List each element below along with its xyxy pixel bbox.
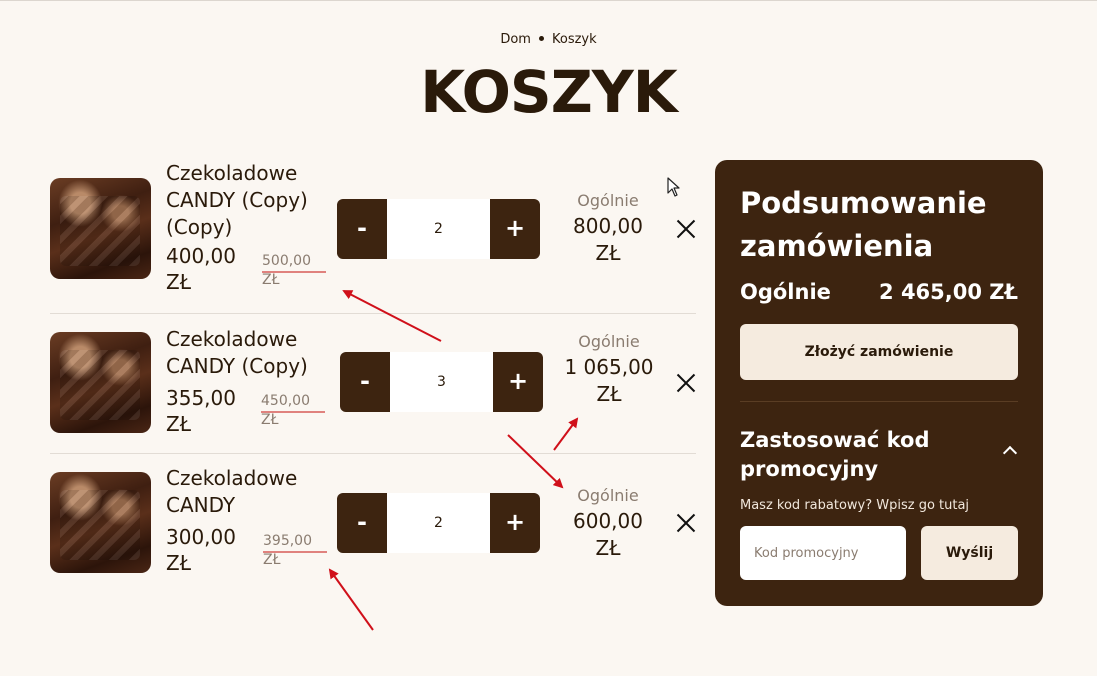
mouse-pointer-icon: [667, 177, 680, 197]
increase-button[interactable]: +: [490, 199, 540, 259]
quantity-stepper: - 3 +: [340, 352, 543, 412]
decrease-button[interactable]: -: [340, 352, 390, 412]
increase-button[interactable]: +: [493, 352, 543, 412]
quantity-input[interactable]: 2: [387, 199, 490, 259]
cart-item: Czekoladowe CANDY (Copy) 355,00 ZŁ 450,0…: [50, 313, 696, 452]
place-order-button[interactable]: Złożyć zamówienie: [740, 324, 1018, 380]
summary-divider: [740, 401, 1018, 402]
breadcrumb-separator-icon: [538, 36, 544, 41]
quantity-stepper: - 2 +: [337, 493, 540, 553]
product-name[interactable]: Czekoladowe CANDY (Copy) (Copy): [166, 160, 326, 241]
breadcrumb: Dom Koszyk: [0, 32, 1097, 47]
summary-total-value: 2 465,00 ZŁ: [879, 280, 1018, 304]
product-image[interactable]: [50, 472, 151, 573]
product-name[interactable]: Czekoladowe CANDY (Copy): [166, 326, 326, 380]
decrease-button[interactable]: -: [337, 199, 387, 259]
cart-item: Czekoladowe CANDY 300,00 ZŁ 395,00 ZŁ - …: [50, 453, 696, 588]
product-image[interactable]: [50, 332, 151, 433]
summary-title: Podsumowanie zamówienia: [740, 186, 987, 263]
product-price: 355,00 ZŁ: [166, 386, 236, 436]
chevron-up-icon[interactable]: [1002, 445, 1018, 461]
close-icon[interactable]: [674, 371, 698, 395]
quantity-input[interactable]: 3: [390, 352, 493, 412]
order-summary-panel: Podsumowanie zamówienia Ogólnie 2 465,00…: [715, 160, 1043, 606]
product-price: 400,00 ZŁ: [166, 244, 236, 294]
page-title: KOSZYK: [420, 58, 677, 126]
decrease-button[interactable]: -: [337, 493, 387, 553]
quantity-input[interactable]: 2: [387, 493, 490, 553]
promo-hint: Masz kod rabatowy? Wpisz go tutaj: [740, 498, 970, 513]
close-icon[interactable]: [674, 511, 698, 535]
apply-promo-button[interactable]: Wyślij: [921, 526, 1018, 580]
quantity-stepper: - 2 +: [337, 199, 540, 259]
cart-item: Czekoladowe CANDY (Copy) (Copy) 400,00 Z…: [50, 160, 696, 312]
product-image[interactable]: [50, 178, 151, 279]
summary-total-label: Ogólnie: [740, 280, 831, 304]
breadcrumb-current: Koszyk: [551, 32, 597, 47]
increase-button[interactable]: +: [490, 493, 540, 553]
line-total-value: 1 065,00 ZŁ: [564, 355, 654, 406]
promo-code-input[interactable]: [740, 526, 906, 580]
product-price: 300,00 ZŁ: [166, 525, 236, 575]
line-total-label: Ogólnie: [578, 332, 640, 351]
product-old-price: 500,00 ZŁ: [262, 252, 328, 290]
promo-section-toggle[interactable]: Zastosować kod promocyjny: [740, 426, 980, 484]
breadcrumb-home[interactable]: Dom: [500, 32, 531, 47]
product-name[interactable]: Czekoladowe CANDY: [166, 465, 326, 519]
line-total-value: 600,00 ZŁ: [573, 509, 643, 560]
line-total-value: 800,00 ZŁ: [573, 214, 643, 265]
line-total-label: Ogólnie: [577, 486, 639, 505]
top-divider: [0, 0, 1097, 1]
line-total-label: Ogólnie: [577, 191, 639, 210]
product-old-price: 395,00 ZŁ: [263, 532, 329, 570]
close-icon[interactable]: [674, 217, 698, 241]
product-old-price: 450,00 ZŁ: [261, 392, 327, 430]
